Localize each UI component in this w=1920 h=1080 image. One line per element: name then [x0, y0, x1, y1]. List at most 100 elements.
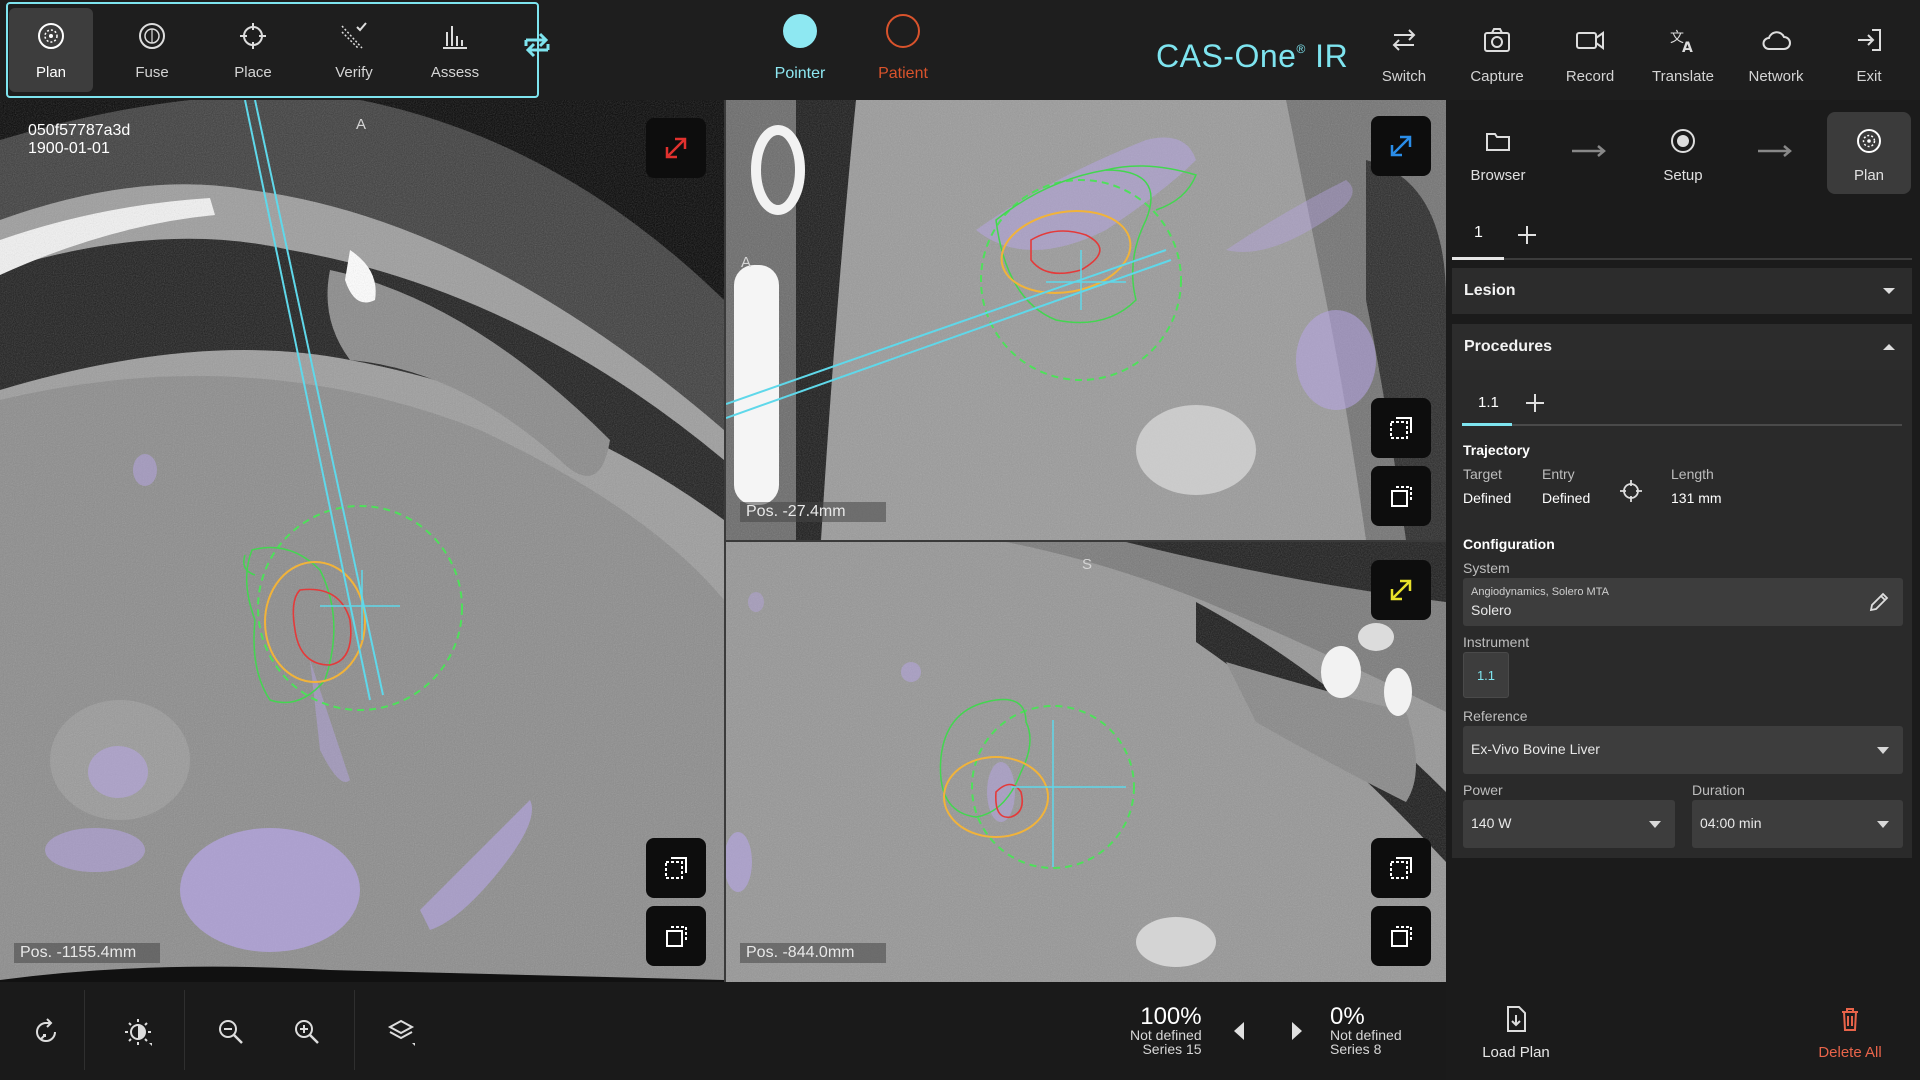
viewport-axial[interactable]: 050f57787a3d 1900-01-01 A Pos. -1155.4mm	[0, 100, 724, 982]
system-field[interactable]: Angiodynamics, Solero MTA Solero	[1463, 578, 1903, 626]
active-procedure-indicator	[1462, 423, 1512, 426]
expand-axial-button[interactable]	[646, 118, 706, 178]
switch-icon	[1392, 29, 1416, 51]
coronal-position-label: Pos. -27.4mm	[740, 502, 886, 522]
sagittal-ct-image	[726, 542, 1446, 982]
system-model: Solero	[1471, 602, 1512, 618]
select-region-icon	[665, 857, 687, 879]
duration-select[interactable]: 04:00 min	[1692, 800, 1903, 848]
previous-series-icon[interactable]	[1232, 1020, 1246, 1042]
right-series-state: Not defined	[1330, 1027, 1402, 1043]
reset-view-button[interactable]	[26, 1010, 66, 1054]
instrument-label: Instrument	[1463, 634, 1530, 650]
chevron-down-icon	[1877, 747, 1889, 754]
expand-icon	[1390, 135, 1412, 157]
viewport-sagittal[interactable]: S Pos. -844.0mm	[726, 542, 1446, 982]
workflow-verify-button[interactable]: Verify	[312, 8, 396, 92]
procedures-title: Procedures	[1464, 338, 1553, 355]
step-setup-label: Setup	[1663, 167, 1703, 184]
coronal-ct-image	[726, 100, 1446, 540]
workflow-fuse-label: Fuse	[135, 64, 169, 81]
camera-icon	[1484, 28, 1510, 52]
workflow-assess-button[interactable]: Assess	[413, 8, 497, 92]
plan-icon	[38, 23, 64, 49]
left-series-percent: 100%	[1140, 1003, 1202, 1030]
target-label: Target	[1463, 466, 1502, 482]
translate-button[interactable]: 文A Translate	[1641, 12, 1725, 96]
exit-button[interactable]: Exit	[1827, 12, 1911, 96]
translate-label: Translate	[1652, 68, 1714, 85]
entry-label: Entry	[1542, 466, 1575, 482]
right-series-percent: 0%	[1330, 1003, 1365, 1030]
lesion-tab-1[interactable]: 1	[1474, 224, 1483, 242]
expand-icon	[665, 137, 687, 159]
next-series-icon[interactable]	[1290, 1020, 1304, 1042]
network-button[interactable]: Network	[1734, 12, 1818, 96]
record-label: Record	[1565, 68, 1615, 85]
zoom-out-button[interactable]	[211, 1010, 251, 1054]
procedure-tab-baseline	[1462, 424, 1902, 426]
workflow-plan-label: Plan	[35, 64, 67, 81]
entry-value: Defined	[1542, 490, 1591, 506]
chevron-down-icon	[1877, 821, 1889, 828]
step-setup-button[interactable]: Setup	[1641, 112, 1725, 194]
load-plan-label: Load Plan	[1482, 1044, 1550, 1061]
workflow-assess-label: Assess	[430, 64, 480, 81]
bottom-separator	[84, 990, 85, 1070]
lesion-section-header[interactable]: Lesion	[1452, 268, 1912, 314]
zoom-in-button[interactable]	[287, 1010, 327, 1054]
procedure-tab-1-1[interactable]: 1.1	[1478, 394, 1499, 411]
expand-coronal-button[interactable]	[1371, 116, 1431, 176]
coronal-select-region-button[interactable]	[1371, 398, 1431, 458]
load-plan-button[interactable]: Load Plan	[1474, 1004, 1558, 1061]
workflow-place-button[interactable]: Place	[211, 8, 295, 92]
axial-position-label: Pos. -1155.4mm	[14, 943, 160, 963]
viewport-coronal[interactable]: A Pos. -27.4mm	[726, 100, 1446, 540]
load-file-icon	[1507, 1006, 1526, 1032]
reference-select[interactable]: Ex-Vivo Bovine Liver	[1463, 726, 1903, 774]
svg-text:A: A	[1682, 40, 1693, 56]
step-plan-button[interactable]: Plan	[1827, 112, 1911, 194]
step-browser-button[interactable]: Browser	[1456, 112, 1540, 194]
brand-suffix: IR	[1315, 38, 1349, 74]
chevron-down-icon	[1649, 821, 1661, 828]
expand-sagittal-button[interactable]	[1371, 560, 1431, 620]
instrument-chip[interactable]: 1.1	[1463, 652, 1509, 698]
sagittal-crop-button[interactable]	[1371, 906, 1431, 966]
length-value: 131 mm	[1671, 490, 1722, 506]
workflow-fuse-button[interactable]: Fuse	[110, 8, 194, 92]
configuration-title: Configuration	[1463, 536, 1555, 552]
patient-ring-icon	[886, 14, 920, 48]
sagittal-select-region-button[interactable]	[1371, 838, 1431, 898]
power-select[interactable]: 140 W	[1463, 800, 1675, 848]
axial-select-region-button[interactable]	[646, 838, 706, 898]
zoom-out-icon	[219, 1020, 243, 1044]
delete-all-button[interactable]: Delete All	[1808, 1004, 1892, 1061]
plan-icon	[1857, 129, 1881, 153]
add-lesion-icon[interactable]	[1516, 224, 1538, 246]
add-procedure-icon[interactable]	[1524, 392, 1546, 414]
layers-button[interactable]	[381, 1010, 421, 1054]
edit-pencil-icon[interactable]	[1867, 590, 1891, 614]
reference-label: Reference	[1463, 708, 1528, 724]
capture-button[interactable]: Capture	[1455, 12, 1539, 96]
record-button[interactable]: Record	[1548, 12, 1632, 96]
crosshair-icon[interactable]	[1618, 478, 1644, 504]
pointer-dot-icon	[783, 14, 817, 48]
mode-patient-button[interactable]: Patient	[853, 14, 953, 83]
axial-crop-button[interactable]	[646, 906, 706, 966]
trajectory-title: Trajectory	[1463, 442, 1530, 458]
coronal-crop-button[interactable]	[1371, 466, 1431, 526]
workflow-plan-button[interactable]: Plan	[9, 8, 93, 92]
video-icon	[1576, 31, 1604, 50]
mode-pointer-button[interactable]: Pointer	[750, 14, 850, 83]
brand-name: CAS-One	[1156, 38, 1297, 74]
axial-ct-image	[0, 100, 724, 982]
procedures-section-header[interactable]: Procedures	[1452, 324, 1912, 370]
system-label: System	[1463, 560, 1510, 576]
brightness-button[interactable]	[118, 1010, 158, 1054]
swap-workflow-icon[interactable]	[520, 28, 554, 62]
rotate-reset-icon	[36, 1018, 56, 1042]
switch-button[interactable]: Switch	[1362, 12, 1446, 96]
mode-patient-label: Patient	[878, 65, 928, 82]
